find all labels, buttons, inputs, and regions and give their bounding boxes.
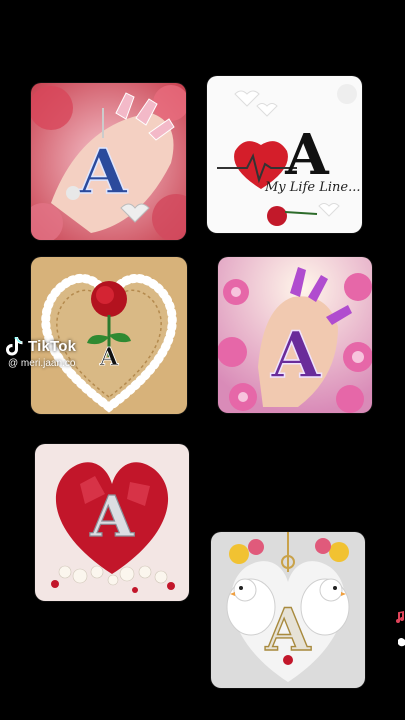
image-tile-6[interactable]: A — [211, 532, 365, 688]
letter-a-jeweled: A — [264, 596, 311, 664]
image-tile-4[interactable]: A — [218, 257, 372, 413]
letter-a-blue: A — [78, 135, 128, 208]
tiktok-app-name: TikTok — [28, 337, 77, 355]
edge-music-icon — [396, 611, 404, 623]
edge-heart-icon — [398, 638, 405, 647]
image-tile-2[interactable]: A My Life Line... — [207, 76, 362, 233]
image-tile-1[interactable]: A — [31, 83, 186, 240]
letter-a-black: A — [284, 122, 330, 188]
tiktok-logo-icon — [6, 337, 23, 356]
tiktok-watermark: TikTok @ meri.jaan.co — [4, 335, 76, 369]
letter-a-silver: A — [89, 484, 135, 550]
image-tile-5[interactable]: A — [35, 444, 189, 601]
letter-a-sand: A — [99, 342, 119, 371]
caption-my-life-line: My Life Line... — [264, 180, 360, 195]
tiktok-username: @ meri.jaan.co — [8, 358, 76, 369]
letter-a-purple: A — [270, 318, 322, 393]
